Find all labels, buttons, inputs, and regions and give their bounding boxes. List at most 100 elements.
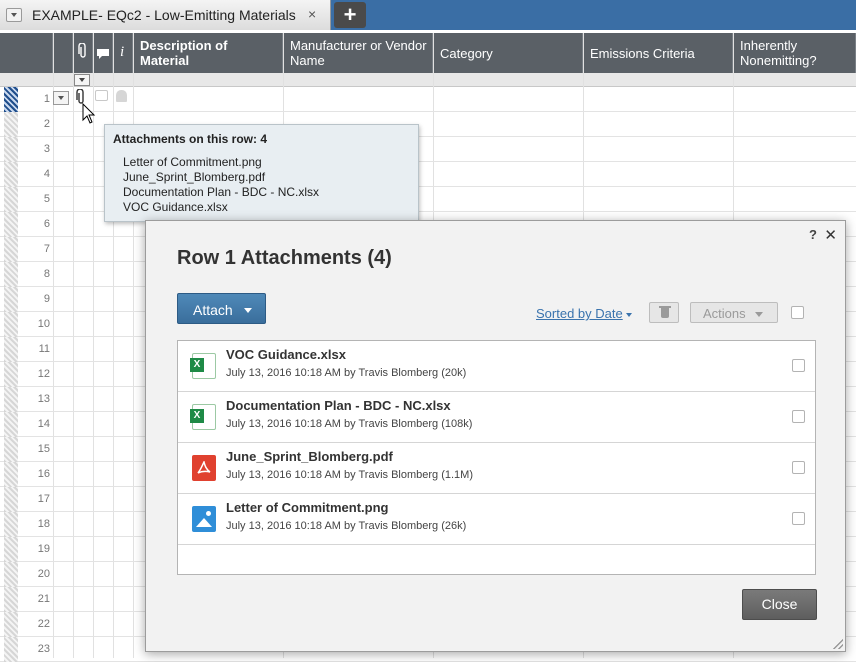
row-handle[interactable] [4,562,18,587]
row-number: 4 [43,168,50,180]
row-number: 2 [43,118,50,130]
row-number: 11 [38,343,50,355]
tab-bar: EXAMPLE- EQc2 - Low-Emitting Materials ×… [0,0,856,30]
list-item[interactable]: Letter of Commitment.png July 13, 2016 1… [178,494,815,545]
row-handle[interactable] [4,512,18,537]
attachment-name[interactable]: VOC Guidance.xlsx [226,347,346,362]
sort-by-date-link[interactable]: Sorted by Date [536,306,632,321]
column-header-manufacturer[interactable]: Manufacturer or Vendor Name [283,33,433,73]
actions-dropdown[interactable]: Actions [690,302,778,323]
tooltip-title: Attachments on this row: 4 [113,132,268,146]
row-number: 8 [43,268,50,280]
row-handle[interactable] [4,637,18,662]
row-number: 17 [37,493,50,505]
attachments-tooltip: Attachments on this row: 4 Letter of Com… [104,124,419,222]
row-reminder-bell-icon[interactable] [116,90,127,102]
row-handle[interactable] [4,262,18,287]
attachment-name[interactable]: Documentation Plan - BDC - NC.xlsx [226,398,451,413]
info-icon: i [120,44,125,60]
row-handle[interactable] [4,162,18,187]
chevron-down-icon [244,308,252,313]
row-handle[interactable] [4,537,18,562]
column-header-category[interactable]: Category [433,33,583,73]
row-handle[interactable] [4,362,18,387]
row-number: 5 [43,193,50,205]
comments-column-header[interactable] [93,33,113,73]
chevron-down-icon [625,312,632,317]
row-handle[interactable] [4,137,18,162]
list-item[interactable]: June_Sprint_Blomberg.pdf July 13, 2016 1… [178,443,815,494]
attachment-checkbox[interactable] [792,410,805,423]
row-handle[interactable] [4,337,18,362]
tooltip-item: VOC Guidance.xlsx [123,200,228,214]
list-item[interactable]: X Documentation Plan - BDC - NC.xlsx Jul… [178,392,815,443]
attachments-list: X VOC Guidance.xlsx July 13, 2016 10:18 … [177,340,816,575]
row-number: 15 [37,443,50,455]
row-number: 18 [37,518,50,530]
attachment-meta: July 13, 2016 10:18 AM by Travis Blomber… [226,418,473,430]
column-header-description[interactable]: Description of Material [133,33,283,73]
row-handle[interactable] [4,462,18,487]
add-tab-button[interactable]: + [334,2,366,28]
row-action-dropdown[interactable] [53,91,69,105]
row-handle[interactable] [4,412,18,437]
attachment-name[interactable]: Letter of Commitment.png [226,500,389,515]
excel-file-icon: X [190,404,216,430]
attachment-checkbox[interactable] [792,359,805,372]
row-handle[interactable] [4,237,18,262]
row-handle[interactable] [4,587,18,612]
row-number-header [0,33,53,73]
attachments-column-header[interactable] [73,33,93,73]
row-handle[interactable] [4,287,18,312]
row-handle[interactable] [4,612,18,637]
mouse-pointer-icon [82,102,98,125]
chevron-down-icon [755,312,763,317]
row-handle[interactable] [4,212,18,237]
sheet-tab[interactable]: EXAMPLE- EQc2 - Low-Emitting Materials × [0,0,331,30]
tab-menu-dropdown[interactable] [6,8,22,22]
row-number: 6 [43,218,50,230]
row-number: 16 [37,468,50,480]
attachments-filter-dropdown[interactable] [74,74,90,86]
row-action-header [53,33,73,73]
table-row[interactable]: 1 [0,87,856,112]
row-number: 13 [37,393,50,405]
close-button[interactable]: Close [742,589,817,620]
attachment-meta: July 13, 2016 10:18 AM by Travis Blomber… [226,367,467,379]
row-handle[interactable] [4,87,18,112]
image-sun-glyph [206,511,211,516]
list-item[interactable]: X VOC Guidance.xlsx July 13, 2016 10:18 … [178,341,815,392]
excel-x-glyph: X [190,358,204,372]
tab-close-icon[interactable]: × [308,6,316,22]
resize-handle-icon[interactable] [833,639,843,649]
tooltip-item: June_Sprint_Blomberg.pdf [123,170,266,184]
attachment-meta: July 13, 2016 10:18 AM by Travis Blomber… [226,469,474,481]
column-header-inherently-nonemitting[interactable]: Inherently Nonemitting? [733,33,856,73]
attachment-checkbox[interactable] [792,512,805,525]
row-comment-icon[interactable] [95,90,108,101]
tooltip-item: Documentation Plan - BDC - NC.xlsx [123,185,320,199]
row-handle[interactable] [4,312,18,337]
column-header-emissions-criteria[interactable]: Emissions Criteria [583,33,733,73]
dialog-close-icon[interactable]: ✕ [824,226,837,244]
select-all-checkbox[interactable] [791,306,804,319]
tooltip-item: Letter of Commitment.png [123,155,262,169]
row-handle[interactable] [4,187,18,212]
row-number: 23 [37,643,50,655]
image-mountain-glyph [196,518,212,527]
attachment-name[interactable]: June_Sprint_Blomberg.pdf [226,449,393,464]
help-icon[interactable]: ? [809,227,817,242]
excel-x-glyph: X [190,409,204,423]
excel-file-icon: X [190,353,216,379]
delete-button[interactable] [649,302,679,323]
row-handle[interactable] [4,387,18,412]
row-handle[interactable] [4,112,18,137]
row-handle[interactable] [4,437,18,462]
row-number: 9 [43,293,50,305]
attachment-checkbox[interactable] [792,461,805,474]
row-number: 14 [37,418,50,430]
info-column-header[interactable]: i [113,33,133,73]
row-number: 12 [37,368,50,380]
attach-button[interactable]: Attach [177,293,266,324]
row-handle[interactable] [4,487,18,512]
